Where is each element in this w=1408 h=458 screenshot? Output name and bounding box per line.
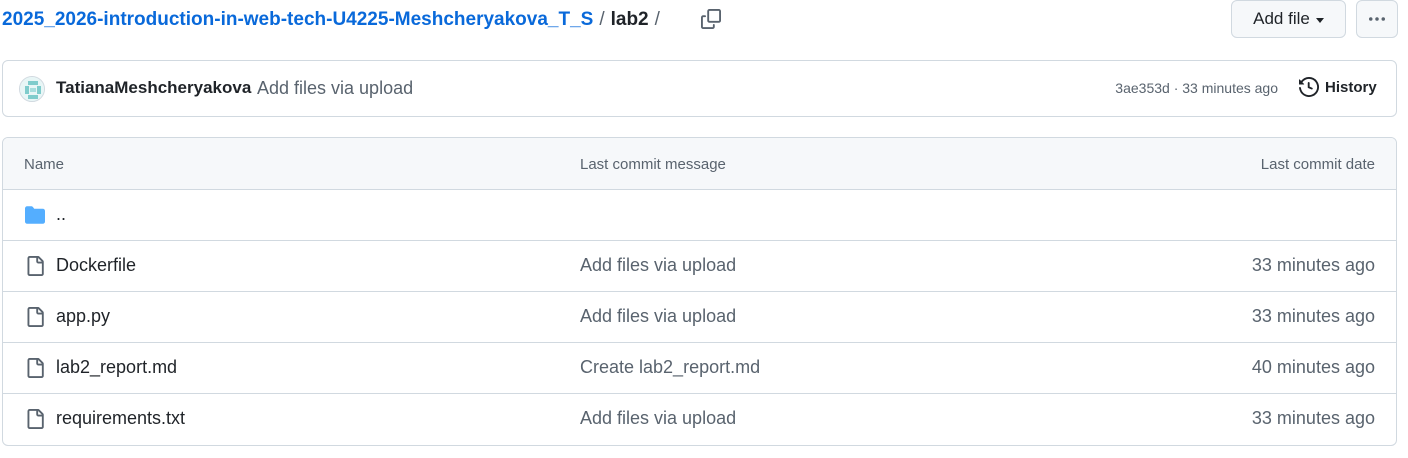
column-header-date: Last commit date xyxy=(1260,156,1375,173)
column-header-name: Name xyxy=(24,156,65,173)
history-button[interactable]: History xyxy=(1299,77,1377,97)
file-icon xyxy=(24,357,46,379)
add-file-label: Add file xyxy=(1253,9,1310,28)
file-name-link[interactable]: app.py xyxy=(56,306,110,327)
breadcrumb-current-folder: lab2 xyxy=(610,9,649,30)
commit-sha-link[interactable]: 3ae353d xyxy=(1115,80,1170,96)
file-name-link[interactable]: Dockerfile xyxy=(56,255,136,276)
commit-time: 33 minutes ago xyxy=(1182,80,1278,96)
file-commit-date: 33 minutes ago xyxy=(1251,255,1375,275)
file-commit-date: 40 minutes ago xyxy=(1251,357,1375,377)
file-commit-message-link[interactable]: Add files via upload xyxy=(580,255,736,276)
copy-path-button[interactable] xyxy=(698,6,724,32)
breadcrumb-separator: / xyxy=(599,9,605,30)
commit-message-link[interactable]: Add files via upload xyxy=(257,78,413,99)
file-commit-date: 33 minutes ago xyxy=(1251,408,1375,428)
file-name-link[interactable]: requirements.txt xyxy=(56,408,185,429)
breadcrumb: 2025_2026-introduction-in-web-tech-U4225… xyxy=(2,8,666,32)
column-header-message: Last commit message xyxy=(580,156,726,173)
folder-icon xyxy=(24,204,46,226)
breadcrumb-trailing-separator: / xyxy=(654,9,660,30)
table-row[interactable]: requirements.txt Add files via upload 33… xyxy=(3,394,1396,445)
file-navigation-header: 2025_2026-introduction-in-web-tech-U4225… xyxy=(0,0,1408,40)
table-row[interactable]: Dockerfile Add files via upload 33 minut… xyxy=(3,241,1396,292)
file-table: Name Last commit message Last commit dat… xyxy=(2,137,1397,446)
file-name-link[interactable]: lab2_report.md xyxy=(56,357,177,378)
history-label: History xyxy=(1325,78,1377,96)
kebab-horizontal-icon xyxy=(1369,17,1385,21)
file-commit-message-link[interactable]: Add files via upload xyxy=(580,306,736,327)
triangle-down-icon xyxy=(1315,17,1324,23)
table-header: Name Last commit message Last commit dat… xyxy=(3,138,1396,190)
parent-directory-row[interactable]: .. xyxy=(3,190,1396,241)
breadcrumb-repo-link[interactable]: 2025_2026-introduction-in-web-tech-U4225… xyxy=(2,8,593,32)
history-icon xyxy=(1299,77,1319,97)
commit-author-link[interactable]: TatianaMeshcheryakova xyxy=(56,78,251,98)
copy-icon xyxy=(701,9,721,29)
avatar[interactable] xyxy=(19,76,45,102)
table-row[interactable]: app.py Add files via upload 33 minutes a… xyxy=(3,292,1396,343)
file-icon xyxy=(24,408,46,430)
commit-meta-separator: · xyxy=(1173,80,1179,96)
file-commit-message-link[interactable]: Add files via upload xyxy=(580,408,736,429)
more-options-button[interactable] xyxy=(1356,0,1398,38)
table-row[interactable]: lab2_report.md Create lab2_report.md 40 … xyxy=(3,343,1396,394)
commit-meta: 3ae353d · 33 minutes ago xyxy=(1115,80,1278,96)
file-commit-message-link[interactable]: Create lab2_report.md xyxy=(580,357,760,378)
file-icon xyxy=(24,306,46,328)
add-file-button[interactable]: Add file xyxy=(1231,0,1346,38)
parent-directory-link[interactable]: .. xyxy=(56,204,66,225)
file-commit-date: 33 minutes ago xyxy=(1251,306,1375,326)
latest-commit-box: TatianaMeshcheryakova Add files via uplo… xyxy=(2,60,1397,117)
file-icon xyxy=(24,255,46,277)
identicon-icon xyxy=(20,77,44,101)
